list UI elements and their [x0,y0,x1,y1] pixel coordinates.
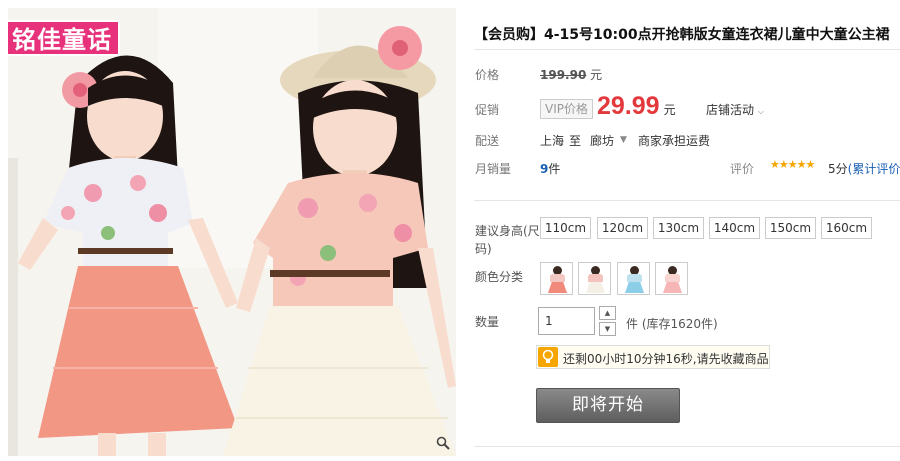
options-divider [474,200,900,201]
vip-price-tag: VIP价格 [540,99,593,119]
product-photo [8,8,456,456]
quantity-increase-icon[interactable]: ▲ [599,306,616,320]
promo-label: 促销 [475,103,500,117]
quantity-decrease-icon[interactable]: ▼ [599,322,616,336]
sale-price-value: 29.99 [597,92,660,120]
review-score: 5分 [828,162,848,176]
search-icon[interactable] [434,436,452,454]
review-summary[interactable]: 5分(累计评价0 [828,160,900,177]
size-option-130[interactable]: 130cm [653,217,704,239]
size-option-120[interactable]: 120cm [597,217,648,239]
size-option-150[interactable]: 150cm [765,217,816,239]
shop-activity-dropdown[interactable]: 店铺活动 ⌵ [706,101,764,118]
stock-info: 件 (库存1620件) [626,317,718,331]
size-label: 建议身高(尺码) [475,224,540,256]
title-divider [474,49,900,50]
color-swatch-1[interactable] [540,262,573,295]
sale-price: 29.99 元 [597,92,676,121]
color-label: 颜色分类 [475,270,524,284]
brand-tag: 铭佳童话 [8,20,120,56]
monthly-sales-unit: 件 [548,162,561,176]
chevron-down-icon: ⌵ [757,107,764,116]
ship-to-city-select[interactable]: 廊坊 [590,132,614,149]
review-label: 评价 [730,162,755,176]
product-title: 【会员购】4-15号10:00点开抢韩版女童连衣裙儿童中大童公主裙 [474,27,890,43]
main-product-image[interactable]: 铭佳童话 [8,8,456,456]
color-swatch-3[interactable] [617,262,650,295]
shop-activity-label: 店铺活动 [706,103,755,117]
star-rating-icon: ★★★★★ [770,158,815,171]
coming-soon-button[interactable]: 即将开始 [536,388,680,423]
monthly-sales: 9件 [540,160,560,177]
shipping-label: 配送 [475,134,500,148]
ship-to-word: 至 [569,134,582,148]
size-option-140[interactable]: 140cm [709,217,760,239]
sale-price-unit: 元 [663,103,676,117]
quantity-label: 数量 [475,315,500,329]
size-option-110[interactable]: 110cm [540,217,591,239]
original-price-value: 199.90 [540,68,587,82]
original-price-unit: 元 [590,68,603,82]
quantity-input[interactable] [538,307,595,335]
review-count-link[interactable]: (累计评价0 [848,162,900,176]
price-label: 价格 [475,68,500,82]
shipping-fee: 商家承担运费 [638,134,711,148]
countdown-text: 还剩00小时10分钟16秒,请先收藏商品 [563,352,769,366]
color-swatch-4[interactable] [655,262,688,295]
lightbulb-icon [538,347,558,367]
original-price: 199.90 元 [540,66,602,83]
ship-from: 上海 [540,134,565,148]
triangle-down-icon[interactable]: ▼ [620,135,627,145]
size-option-160[interactable]: 160cm [821,217,872,239]
monthly-sales-label: 月销量 [475,162,512,176]
bottom-divider [474,446,900,447]
color-swatch-2[interactable] [578,262,611,295]
